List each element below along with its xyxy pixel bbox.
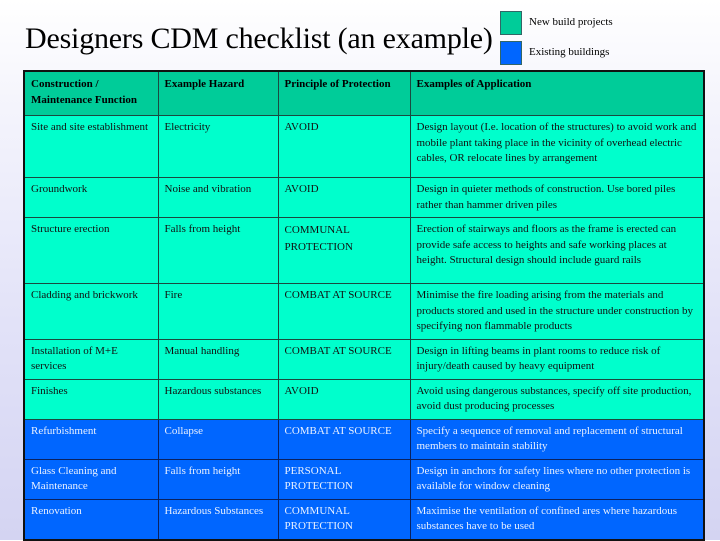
cell-application: Design in lifting beams in plant rooms t… xyxy=(409,338,705,380)
cell-hazard: Falls from height xyxy=(157,217,279,284)
header-principle: Principle of Protection xyxy=(277,70,411,116)
cell-application: Minimise the fire loading arising from t… xyxy=(409,283,705,340)
cell-hazard: Hazardous substances xyxy=(157,378,279,420)
table-row: Renovation Hazardous Substances COMMUNAL… xyxy=(23,498,705,540)
table-header-row: Construction / Maintenance Function Exam… xyxy=(23,70,705,116)
cell-hazard: Falls from height xyxy=(157,458,279,500)
cell-application: Design in quieter methods of constructio… xyxy=(409,177,705,218)
cell-application: Maximise the ventilation of confined are… xyxy=(409,498,705,540)
cell-principle: AVOID xyxy=(277,115,411,178)
cell-function: Groundwork xyxy=(23,177,159,218)
slide-title: Designers CDM checklist (an example) xyxy=(25,22,493,55)
table-row: Groundwork Noise and vibration AVOID Des… xyxy=(23,177,705,218)
table-row: Finishes Hazardous substances AVOID Avoi… xyxy=(23,378,705,420)
table-row: Site and site establishment Electricity … xyxy=(23,115,705,178)
header-function: Construction / Maintenance Function xyxy=(23,70,159,116)
cell-application: Specify a sequence of removal and replac… xyxy=(409,418,705,460)
legend-swatch-new-build xyxy=(500,11,522,35)
cell-hazard: Fire xyxy=(157,283,279,340)
cell-application: Avoid using dangerous substances, specif… xyxy=(409,378,705,420)
header-hazard: Example Hazard xyxy=(157,70,279,116)
cell-application: Design in anchors for safety lines where… xyxy=(409,458,705,500)
legend-label-existing: Existing buildings xyxy=(529,46,610,58)
table-row: Refurbishment Collapse COMBAT AT SOURCE … xyxy=(23,418,705,460)
cell-principle: COMMUNAL PROTECTION xyxy=(277,217,411,284)
table-row: Glass Cleaning and Maintenance Falls fro… xyxy=(23,458,705,500)
cell-function: Site and site establishment xyxy=(23,115,159,178)
cell-principle: AVOID xyxy=(277,177,411,218)
cell-principle: AVOID xyxy=(277,378,411,420)
cell-function: Glass Cleaning and Maintenance xyxy=(23,458,159,500)
table-row: Structure erection Falls from height COM… xyxy=(23,217,705,284)
cell-function: Structure erection xyxy=(23,217,159,284)
cell-application: Design layout (I.e. location of the stru… xyxy=(409,115,705,178)
table-row: Cladding and brickwork Fire COMBAT AT SO… xyxy=(23,283,705,340)
cell-function: Cladding and brickwork xyxy=(23,283,159,340)
cell-hazard: Noise and vibration xyxy=(157,177,279,218)
legend-label-new-build: New build projects xyxy=(529,16,613,28)
cell-function: Renovation xyxy=(23,498,159,540)
cell-hazard: Electricity xyxy=(157,115,279,178)
cell-principle: COMBAT AT SOURCE xyxy=(277,338,411,380)
cell-hazard: Manual handling xyxy=(157,338,279,380)
cell-function: Finishes xyxy=(23,378,159,420)
cell-function: Refurbishment xyxy=(23,418,159,460)
header-application: Examples of Application xyxy=(409,70,705,116)
cell-principle: PERSONAL PROTECTION xyxy=(277,458,411,500)
table-row: Installation of M+E services Manual hand… xyxy=(23,338,705,380)
cell-principle: COMBAT AT SOURCE xyxy=(277,283,411,340)
cell-principle: COMMUNAL PROTECTION xyxy=(277,498,411,540)
cdm-checklist-table: Construction / Maintenance Function Exam… xyxy=(23,70,705,541)
cell-principle: COMBAT AT SOURCE xyxy=(277,418,411,460)
legend-swatch-existing xyxy=(500,41,522,65)
cell-hazard: Collapse xyxy=(157,418,279,460)
cell-function: Installation of M+E services xyxy=(23,338,159,380)
cell-application: Erection of stairways and floors as the … xyxy=(409,217,705,284)
cell-hazard: Hazardous Substances xyxy=(157,498,279,540)
